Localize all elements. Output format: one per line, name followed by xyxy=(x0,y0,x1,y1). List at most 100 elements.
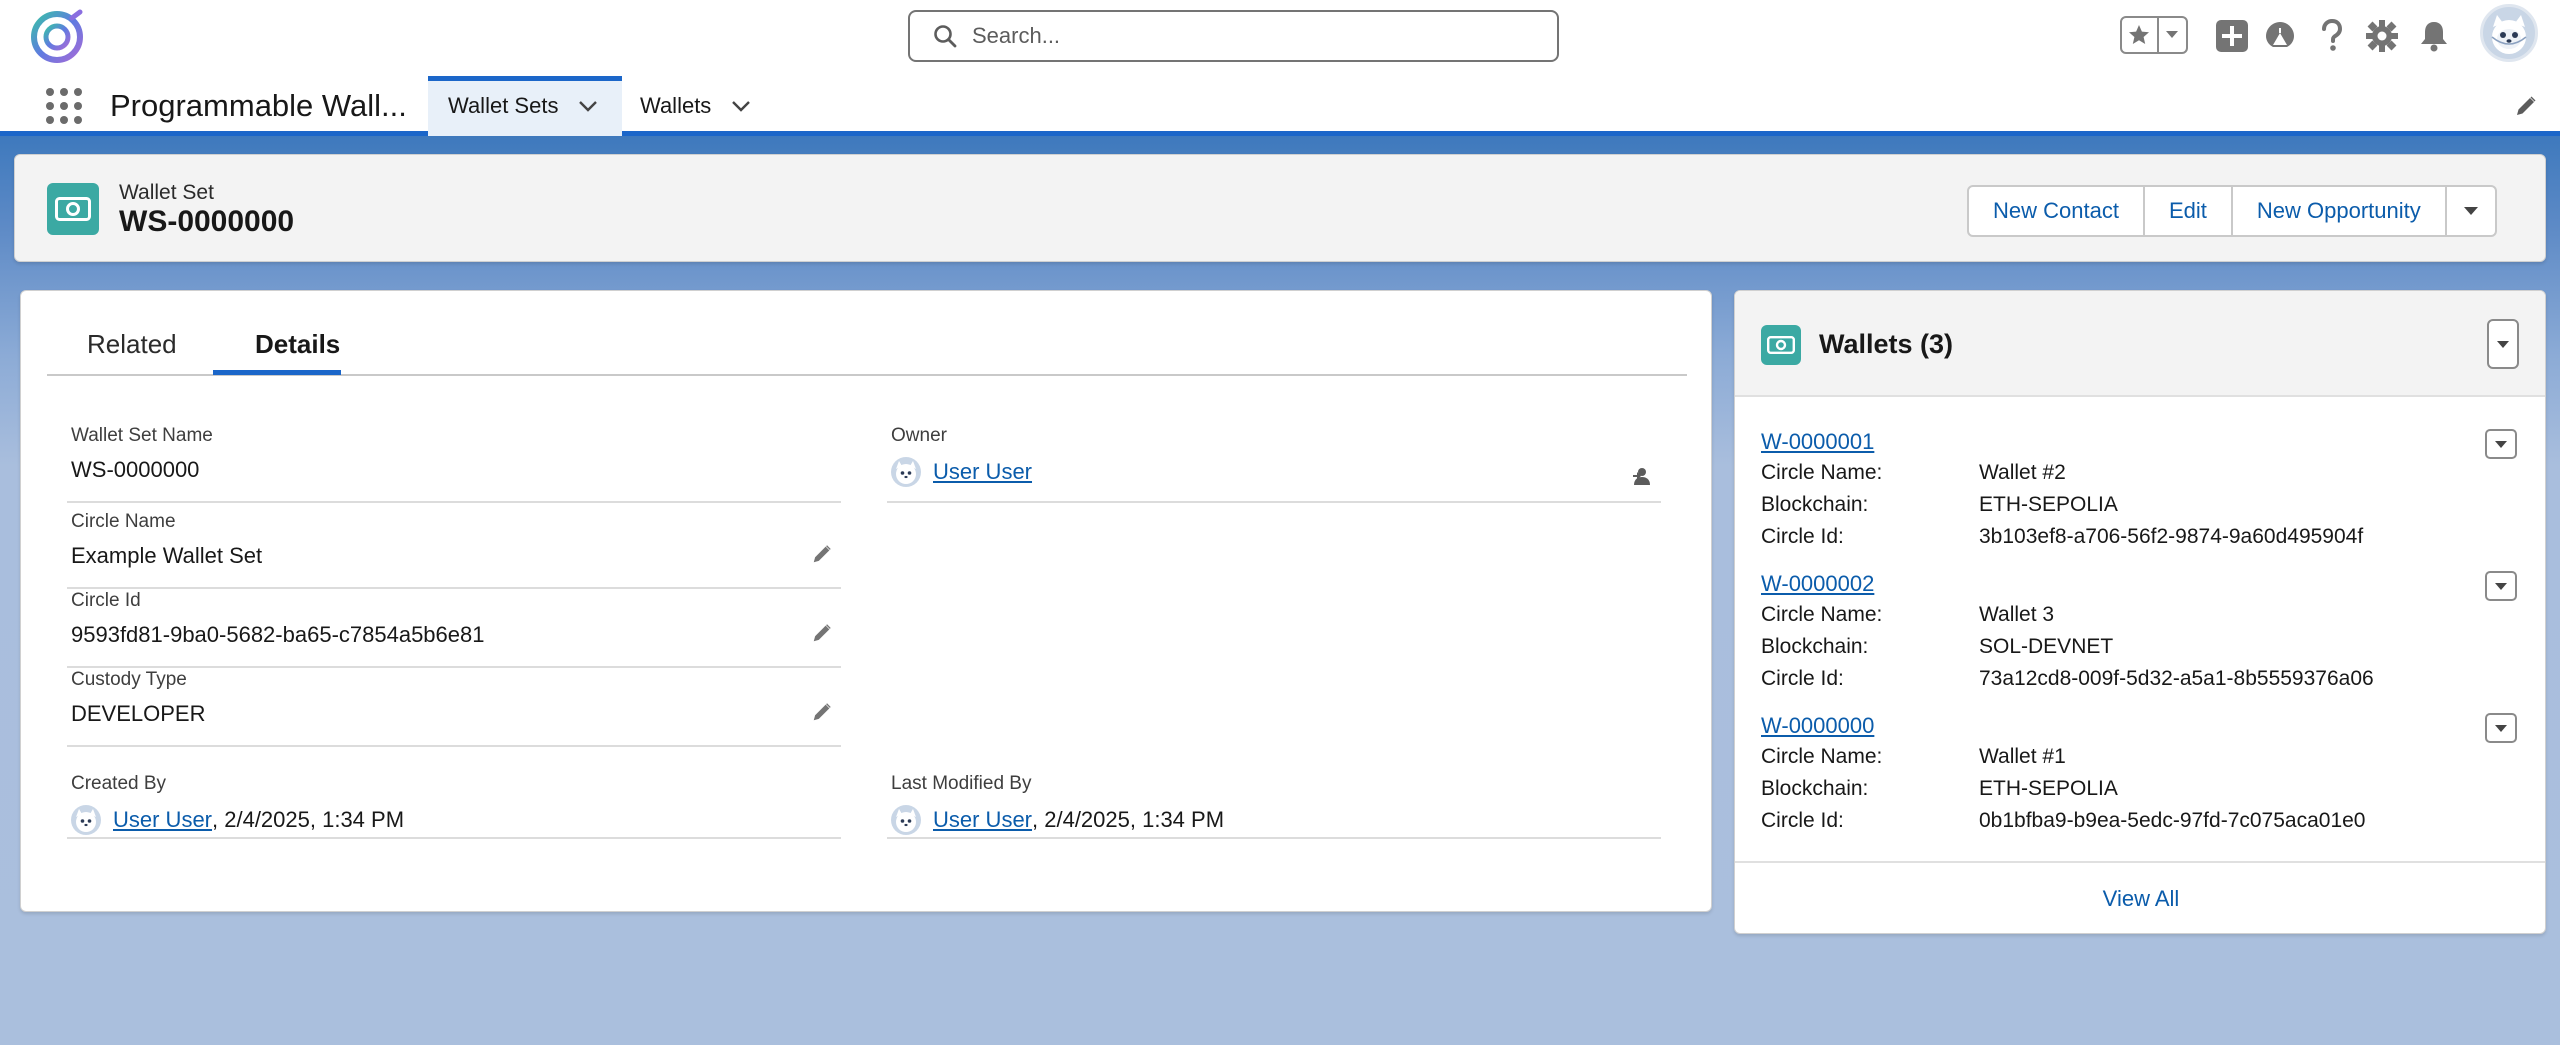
last-modified-by-link[interactable]: User User xyxy=(933,807,1032,833)
row-menu-button[interactable] xyxy=(2485,713,2517,743)
field-label: Created By xyxy=(71,773,167,794)
field-value: User User xyxy=(891,457,1032,487)
record-highlights-panel: Wallet Set WS-0000000 New Contact Edit N… xyxy=(14,154,2546,262)
list-item: W-0000002 Circle Name: Wallet 3 Blockcha… xyxy=(1761,571,2521,701)
field-circle-id: Circle Id 9593fd81-9ba0-5682-ba65-c7854a… xyxy=(67,590,841,672)
plus-icon[interactable] xyxy=(2212,16,2252,56)
field-divider xyxy=(67,501,841,503)
search-icon xyxy=(934,25,957,48)
field-custody-type: Custody Type DEVELOPER xyxy=(67,669,841,751)
change-owner-icon[interactable] xyxy=(1631,465,1653,487)
nav-tab-wallets[interactable]: Wallets xyxy=(620,76,771,136)
chevron-down-icon xyxy=(2495,724,2507,732)
user-avatar-icon xyxy=(71,805,101,835)
row-value: 73a12cd8-009f-5d32-a5a1-8b5559376a06 xyxy=(1979,667,2374,690)
tab-details[interactable]: Details xyxy=(255,329,340,360)
field-divider xyxy=(67,666,841,668)
star-icon[interactable] xyxy=(2122,18,2159,52)
tab-related[interactable]: Related xyxy=(87,329,177,360)
record-title: WS-0000000 xyxy=(119,205,295,238)
row-label: Blockchain: xyxy=(1761,493,1869,516)
field-value: User User , 2/4/2025, 1:34 PM xyxy=(71,805,404,835)
chevron-down-icon xyxy=(2463,207,2478,215)
field-label: Owner xyxy=(891,425,947,446)
row-label: Circle Id: xyxy=(1761,809,1844,832)
last-modified-date: , 2/4/2025, 1:34 PM xyxy=(1032,807,1225,832)
field-created-by: Created By User User , 2/4/2025, 1:34 PM xyxy=(67,773,841,855)
active-tab-indicator xyxy=(213,370,341,375)
row-label: Blockchain: xyxy=(1761,777,1869,800)
field-label: Wallet Set Name xyxy=(71,425,213,446)
details-card: Related Details Wallet Set Name WS-00000… xyxy=(20,290,1712,912)
wallet-link[interactable]: W-0000000 xyxy=(1761,713,1874,739)
wallets-menu-button[interactable] xyxy=(2487,319,2519,369)
row-menu-button[interactable] xyxy=(2485,571,2517,601)
row-value: 0b1bfba9-b9ea-5edc-97fd-7c075aca01e0 xyxy=(1979,809,2366,832)
wallets-footer: View All xyxy=(1735,861,2545,933)
favorites-button-group[interactable] xyxy=(2120,16,2188,54)
row-label: Circle Id: xyxy=(1761,667,1844,690)
chevron-down-icon xyxy=(2495,440,2507,448)
avatar[interactable] xyxy=(2480,4,2538,62)
edit-nav-pencil-icon[interactable] xyxy=(2514,94,2538,118)
row-label: Circle Name: xyxy=(1761,745,1883,768)
chevron-down-icon xyxy=(2495,582,2507,590)
row-value: Wallet #2 xyxy=(1979,461,2066,484)
chevron-down-icon[interactable] xyxy=(578,100,598,112)
help-icon[interactable] xyxy=(2312,16,2352,56)
app-name: Programmable Wall... xyxy=(110,88,407,123)
created-date: , 2/4/2025, 1:34 PM xyxy=(212,807,405,832)
chevron-down-icon xyxy=(2497,340,2509,348)
pencil-icon[interactable] xyxy=(811,701,833,723)
chevron-down-icon[interactable] xyxy=(731,100,751,112)
wallets-related-list: Wallets (3) W-0000001 Circle Name: Walle… xyxy=(1734,290,2546,934)
field-label: Last Modified By xyxy=(891,773,1032,794)
gear-icon[interactable] xyxy=(2362,16,2402,56)
wallets-title[interactable]: Wallets (3) xyxy=(1819,329,1953,360)
field-circle-name: Circle Name Example Wallet Set xyxy=(67,511,841,593)
record-tabs: Related Details xyxy=(47,291,1687,376)
new-opportunity-button[interactable]: New Opportunity xyxy=(2230,185,2447,237)
field-last-modified-by: Last Modified By User User , 2/4/2025, 1… xyxy=(887,773,1661,855)
field-value: DEVELOPER xyxy=(71,701,206,726)
edit-button[interactable]: Edit xyxy=(2142,185,2233,237)
nav-tab-label: Wallet Sets xyxy=(448,93,559,118)
nav-tab-wallet-sets[interactable]: Wallet Sets xyxy=(428,76,622,136)
bell-icon[interactable] xyxy=(2414,16,2454,56)
field-divider xyxy=(887,501,1661,503)
field-value: 9593fd81-9ba0-5682-ba65-c7854a5b6e81 xyxy=(71,622,485,647)
global-search[interactable] xyxy=(908,10,1559,62)
global-header xyxy=(0,0,2560,72)
row-value: Wallet 3 xyxy=(1979,603,2055,626)
field-value: User User , 2/4/2025, 1:34 PM xyxy=(891,805,1224,835)
field-divider xyxy=(887,837,1661,839)
field-label: Circle Id xyxy=(71,590,141,611)
field-value: Example Wallet Set xyxy=(71,543,263,568)
search-input[interactable] xyxy=(972,23,1532,49)
field-value: WS-0000000 xyxy=(71,457,200,482)
app-logo-icon[interactable] xyxy=(28,8,86,66)
row-value: Wallet #1 xyxy=(1979,745,2066,768)
row-label: Blockchain: xyxy=(1761,635,1869,658)
trailhead-icon[interactable] xyxy=(2260,16,2300,56)
row-label: Circle Name: xyxy=(1761,603,1883,626)
new-contact-button[interactable]: New Contact xyxy=(1967,185,2145,237)
wallet-link[interactable]: W-0000002 xyxy=(1761,571,1874,597)
row-value: SOL-DEVNET xyxy=(1979,635,2114,658)
field-wallet-set-name: Wallet Set Name WS-0000000 xyxy=(67,425,841,507)
wallet-link[interactable]: W-0000001 xyxy=(1761,429,1874,455)
row-label: Circle Name: xyxy=(1761,461,1883,484)
owner-link[interactable]: User User xyxy=(933,459,1032,485)
pencil-icon[interactable] xyxy=(811,543,833,565)
chevron-down-icon[interactable] xyxy=(2159,30,2186,40)
row-menu-button[interactable] xyxy=(2485,429,2517,459)
created-by-link[interactable]: User User xyxy=(113,807,212,833)
wallet-record-icon xyxy=(1761,325,1801,365)
field-divider xyxy=(67,745,841,747)
row-label: Circle Id: xyxy=(1761,525,1844,548)
field-owner: Owner User User xyxy=(887,425,1661,507)
more-actions-button[interactable] xyxy=(2444,185,2497,237)
app-launcher-icon[interactable] xyxy=(46,88,82,124)
pencil-icon[interactable] xyxy=(811,622,833,644)
view-all-link[interactable]: View All xyxy=(2103,886,2180,912)
